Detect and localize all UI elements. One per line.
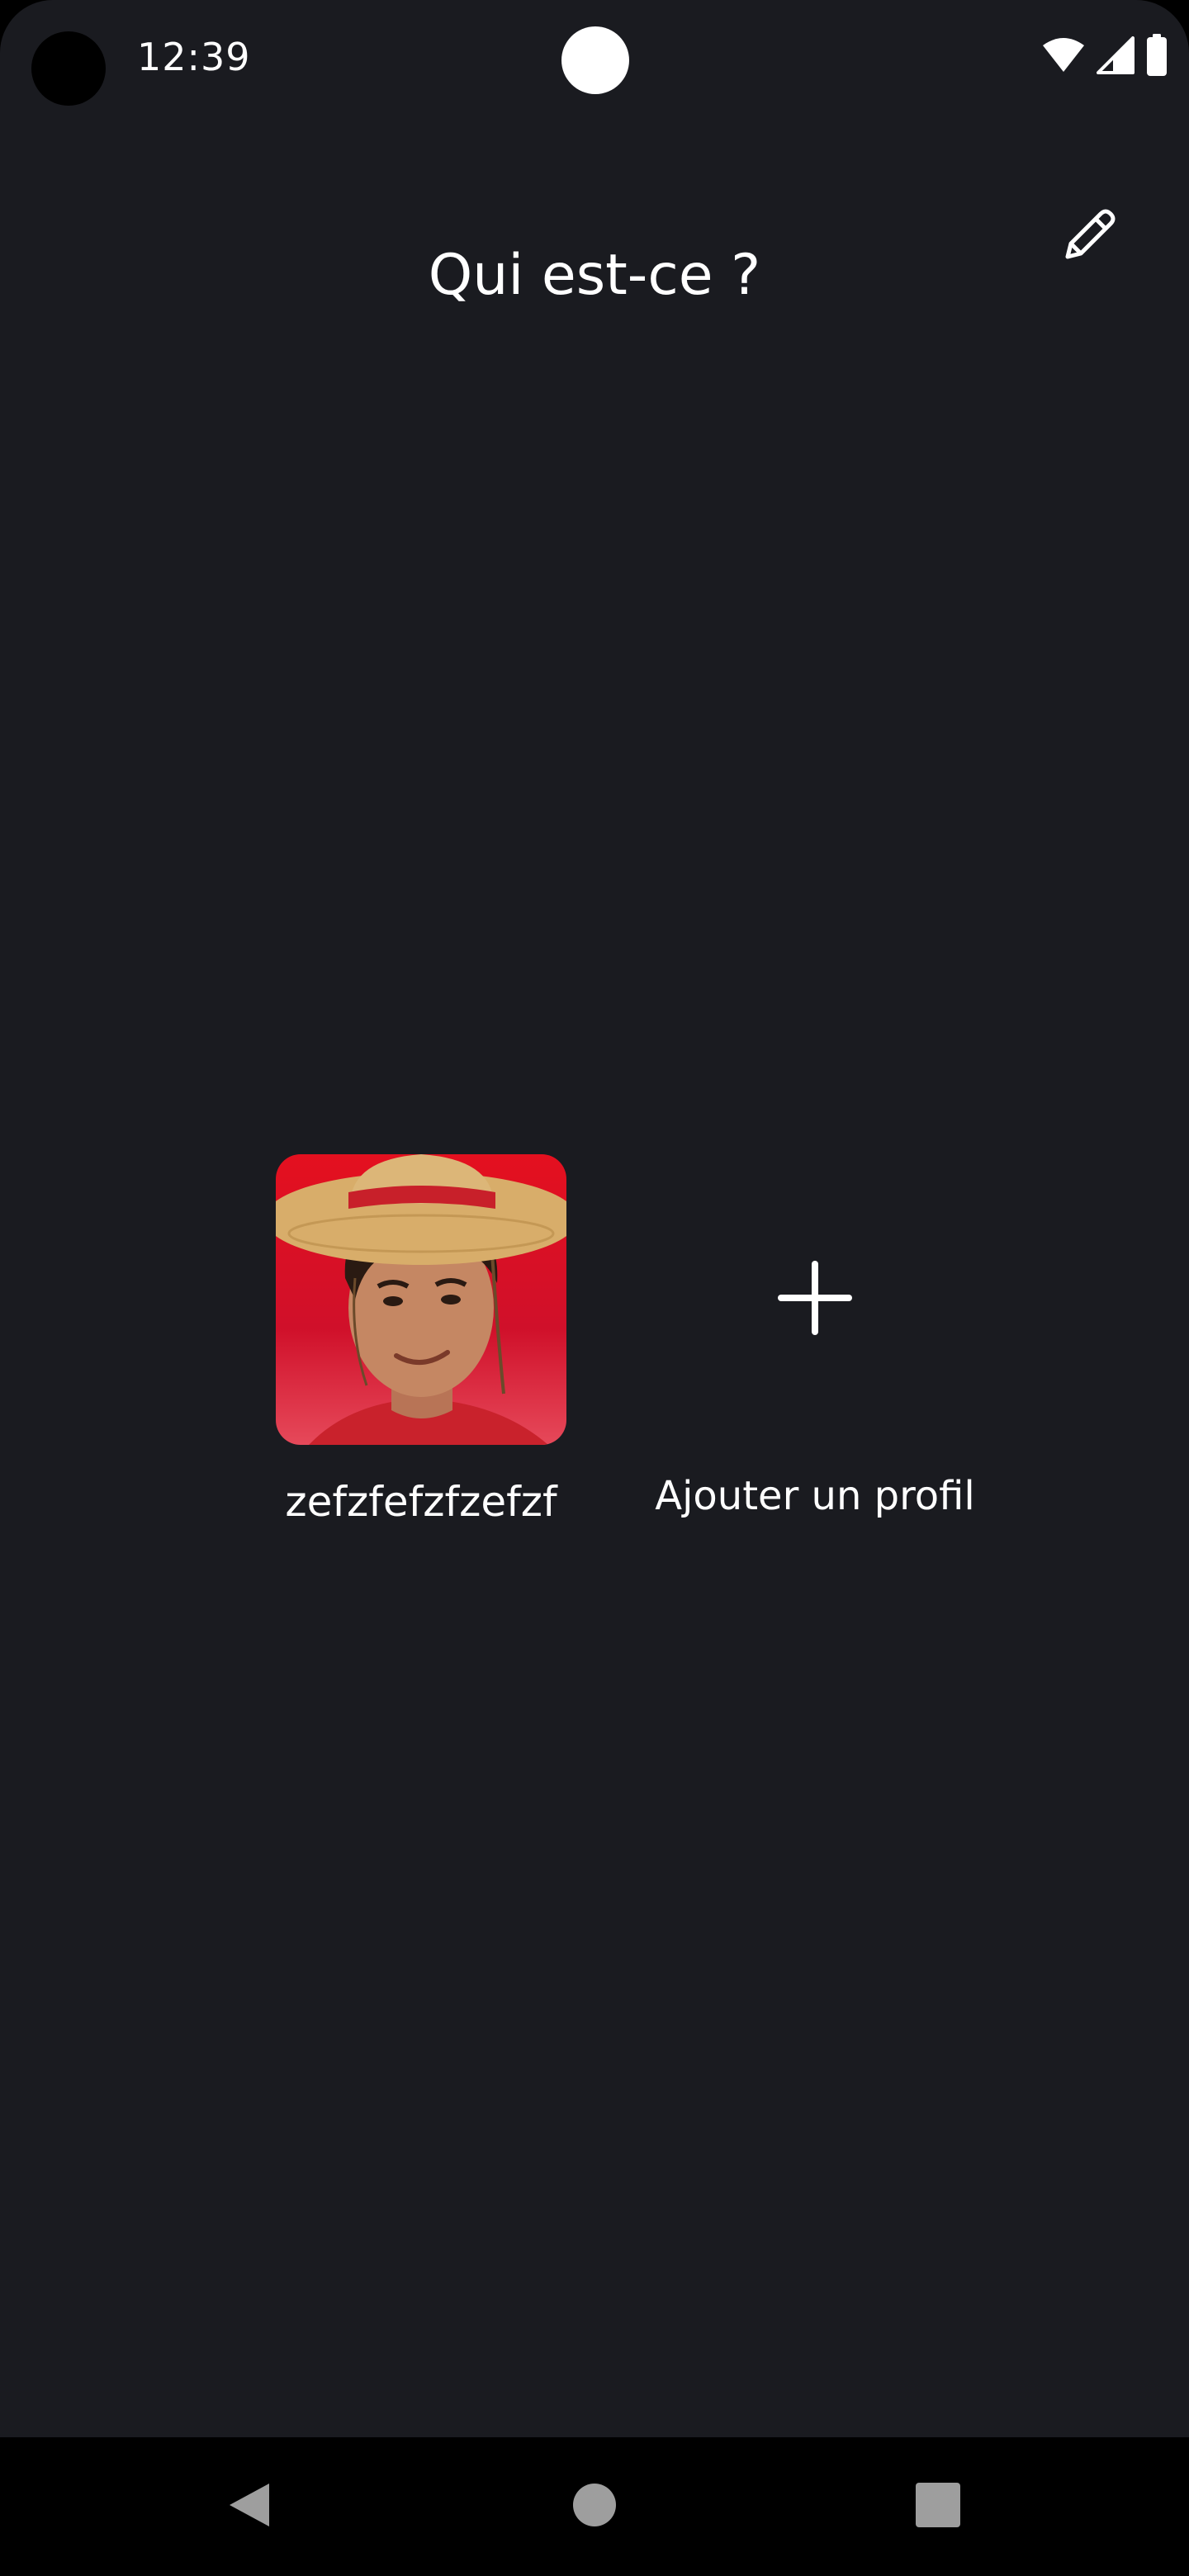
navigation-bar <box>0 2437 1189 2576</box>
edit-profiles-button[interactable] <box>1055 201 1125 271</box>
status-icons <box>1042 33 1168 78</box>
profile-card[interactable]: zefzfefzfzefzf <box>256 1154 586 1526</box>
status-bar: 12:39 <box>0 0 1189 116</box>
home-icon <box>572 2483 617 2531</box>
nav-recents-button[interactable] <box>880 2437 996 2576</box>
pencil-icon <box>1061 206 1119 267</box>
notification-dot-icon <box>561 26 629 94</box>
nav-back-button[interactable] <box>192 2437 307 2576</box>
page-title: Qui est-ce ? <box>428 242 761 308</box>
status-time: 12:39 <box>137 35 251 79</box>
profile-avatar[interactable] <box>276 1154 566 1445</box>
back-icon <box>226 2480 272 2533</box>
recents-icon <box>916 2483 960 2531</box>
profile-selection-screen: 12:39 Qui est-ce ? zefzfefzfzefzf Ajoute… <box>0 0 1189 2576</box>
plus-icon <box>778 1261 852 1338</box>
camera-cutout <box>31 31 106 106</box>
add-profile-label: Ajouter un profil <box>655 1473 975 1519</box>
add-profile-button[interactable]: Ajouter un profil <box>637 1154 992 1519</box>
nav-home-button[interactable] <box>537 2437 652 2576</box>
straw-hat-portrait <box>276 1154 566 1445</box>
profile-name: zefzfefzfzefzf <box>285 1478 557 1526</box>
add-profile-icon-area[interactable] <box>670 1154 960 1445</box>
battery-icon <box>1146 34 1168 77</box>
signal-icon <box>1097 36 1135 74</box>
wifi-icon <box>1042 37 1085 73</box>
